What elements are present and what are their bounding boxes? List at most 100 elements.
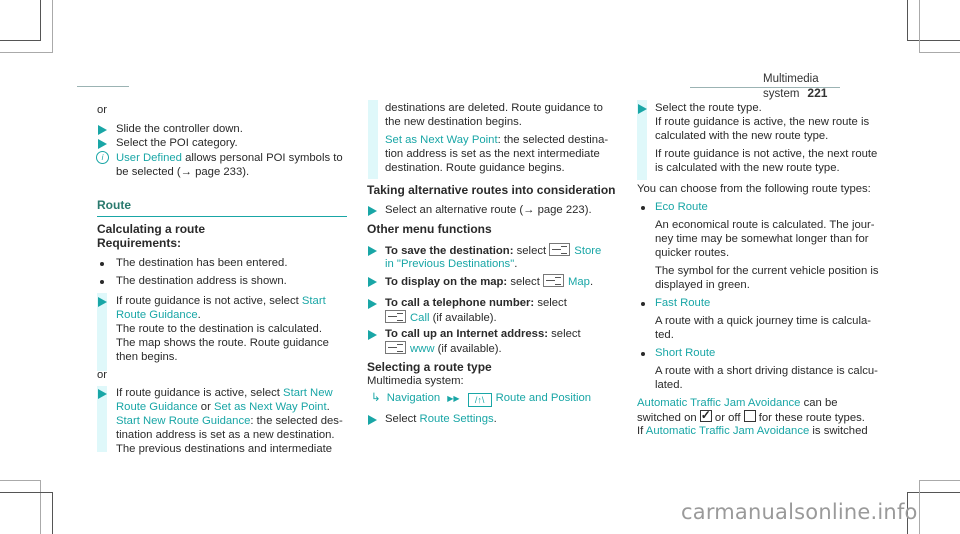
bullet bbox=[641, 302, 645, 306]
route-guidance-link[interactable]: Route Guidance bbox=[116, 401, 198, 413]
info-note: User Defined allows personal POI symbols… bbox=[116, 151, 343, 165]
path-separator-icon: ▶▶ bbox=[447, 394, 460, 403]
route-desc: ney time may be somewhat longer than for bbox=[655, 233, 869, 245]
step-desc: calculated with the new route type. bbox=[655, 130, 829, 142]
route-settings-link[interactable]: Route Settings bbox=[420, 413, 494, 425]
step-text: Select the route type. bbox=[655, 102, 762, 114]
step-text: If route guidance is active, select Star… bbox=[116, 386, 333, 400]
navigation-link[interactable]: Navigation bbox=[387, 392, 440, 404]
step-desc: Set as Next Way Point: the selected dest… bbox=[385, 133, 608, 147]
step-arrow-icon bbox=[98, 139, 107, 149]
menu-icon bbox=[385, 341, 406, 354]
set-next-waypoint-link[interactable]: Set as Next Way Point bbox=[214, 401, 327, 413]
step-arrow-icon bbox=[368, 299, 377, 309]
step-label: To display on the map: bbox=[385, 276, 508, 288]
step-arrow-icon bbox=[368, 415, 377, 425]
short-route-link[interactable]: Short Route bbox=[655, 346, 715, 360]
start-new-link[interactable]: Start New bbox=[283, 387, 333, 399]
step-text: Slide the controller down. bbox=[116, 123, 243, 135]
crop-mark bbox=[0, 492, 53, 534]
menu-icon bbox=[385, 310, 406, 323]
heading-selecting-route-type: Selecting a route type bbox=[367, 360, 492, 374]
previous-destinations-link[interactable]: in "Previous Destinations" bbox=[385, 258, 514, 270]
step-desc: : the selected des- bbox=[250, 415, 343, 427]
call-link[interactable]: Call bbox=[410, 312, 429, 324]
step-desc: the new destination begins. bbox=[385, 116, 522, 128]
menu-item-map: To display on the map: select Map. bbox=[385, 274, 593, 289]
menu-icon bbox=[542, 274, 564, 287]
step-text: Select an alternative route (→ page 223)… bbox=[385, 204, 592, 216]
step-highlight-bar bbox=[368, 100, 378, 179]
step-arrow-icon bbox=[368, 246, 377, 256]
punct: . bbox=[514, 258, 518, 270]
store-link[interactable]: Store bbox=[574, 245, 601, 257]
checkbox-unchecked-icon bbox=[743, 410, 756, 422]
punct: . bbox=[197, 309, 201, 321]
step-arrow-icon bbox=[638, 104, 647, 114]
select-text: select bbox=[534, 297, 567, 309]
system-label: Multimedia system: bbox=[367, 375, 464, 387]
crop-mark bbox=[0, 0, 53, 53]
fast-route-link[interactable]: Fast Route bbox=[655, 296, 710, 310]
route-desc: quicker routes. bbox=[655, 247, 730, 259]
availability-note: (if available). bbox=[429, 312, 497, 324]
menu-item-save: in "Previous Destinations". bbox=[385, 257, 517, 271]
watermark: carmanualsonline.info bbox=[681, 500, 918, 524]
step-text: Select the POI category. bbox=[116, 137, 238, 149]
step-desc: tination address is set as a new destina… bbox=[116, 429, 335, 441]
user-defined-link[interactable]: User Defined bbox=[116, 152, 182, 164]
page-number: 221 bbox=[807, 86, 828, 100]
step-text: Start New Route Guidance: the selected d… bbox=[116, 414, 343, 428]
map-link[interactable]: Map bbox=[568, 276, 590, 288]
crop-mark bbox=[919, 480, 960, 534]
menu-item-call: To call a telephone number: select bbox=[385, 296, 567, 310]
step-text-pre: If route guidance is active, select bbox=[116, 387, 284, 399]
or-text: or bbox=[97, 369, 108, 381]
menu-path: ↳ Navigation ▶▶ /↑\ Route and Position bbox=[371, 391, 591, 407]
route-desc: lated. bbox=[655, 379, 683, 391]
www-link[interactable]: www bbox=[410, 343, 434, 355]
menu-item-save: To save the destination: select Store bbox=[385, 243, 601, 258]
route-desc: An economical route is calculated. The j… bbox=[655, 219, 875, 231]
or-text: or bbox=[97, 104, 108, 116]
step-label: To save the destination: bbox=[385, 245, 514, 257]
traffic-jam-avoidance-link[interactable]: Automatic Traffic Jam Avoidance bbox=[646, 425, 809, 437]
crop-mark bbox=[919, 0, 960, 53]
start-new-route-guidance-link[interactable]: Start New Route Guidance bbox=[116, 415, 250, 427]
ata-text-part: or off bbox=[711, 412, 741, 424]
bullet bbox=[100, 280, 104, 284]
step-desc: tion address is set as the next intermed… bbox=[385, 148, 600, 160]
heading-alternative-routes: Taking alternative routes into considera… bbox=[367, 183, 616, 197]
select-text: Select bbox=[385, 413, 420, 425]
requirement-item: The destination has been entered. bbox=[116, 257, 288, 269]
running-header: Multimedia system 221 bbox=[763, 72, 840, 101]
heading-requirements: Requirements: bbox=[97, 236, 182, 250]
punct: . bbox=[493, 413, 497, 425]
info-icon: i bbox=[96, 151, 109, 164]
step-result: then begins. bbox=[116, 351, 178, 363]
step-text: Route Guidance or Set as Next Way Point. bbox=[116, 400, 330, 414]
traffic-jam-avoidance-link[interactable]: Automatic Traffic Jam Avoidance bbox=[637, 397, 800, 409]
header-rule bbox=[77, 86, 129, 87]
ata-text: If Automatic Traffic Jam Avoidance is sw… bbox=[637, 424, 868, 438]
set-next-waypoint-link[interactable]: Set as Next Way Point bbox=[385, 134, 498, 146]
start-link[interactable]: Start bbox=[302, 295, 326, 307]
step-label: To call up an Internet address: bbox=[385, 328, 548, 340]
ata-text-part: If bbox=[637, 425, 646, 437]
step-arrow-icon bbox=[98, 297, 107, 307]
or-text: or bbox=[197, 401, 214, 413]
step-text: If route guidance is not active, select … bbox=[116, 294, 326, 308]
availability-note: (if available). bbox=[434, 343, 502, 355]
step-arrow-icon bbox=[98, 125, 107, 135]
eco-route-link[interactable]: Eco Route bbox=[655, 200, 708, 214]
ata-text: Automatic Traffic Jam Avoidance can be bbox=[637, 396, 838, 410]
route-and-position-link[interactable]: Route and Position bbox=[496, 392, 591, 404]
route-desc: A route with a quick journey time is cal… bbox=[655, 315, 871, 327]
route-guidance-link[interactable]: Route Guidance bbox=[116, 309, 198, 321]
ata-text-part: is switched bbox=[809, 425, 868, 437]
ata-text: switched on or off for these route types… bbox=[637, 408, 865, 425]
step-text: Route Guidance. bbox=[116, 308, 201, 322]
waypoint-text: : the selected destina- bbox=[497, 134, 609, 146]
heading-other-menu: Other menu functions bbox=[367, 222, 492, 236]
step-desc: destinations are deleted. Route guidance… bbox=[385, 102, 603, 114]
